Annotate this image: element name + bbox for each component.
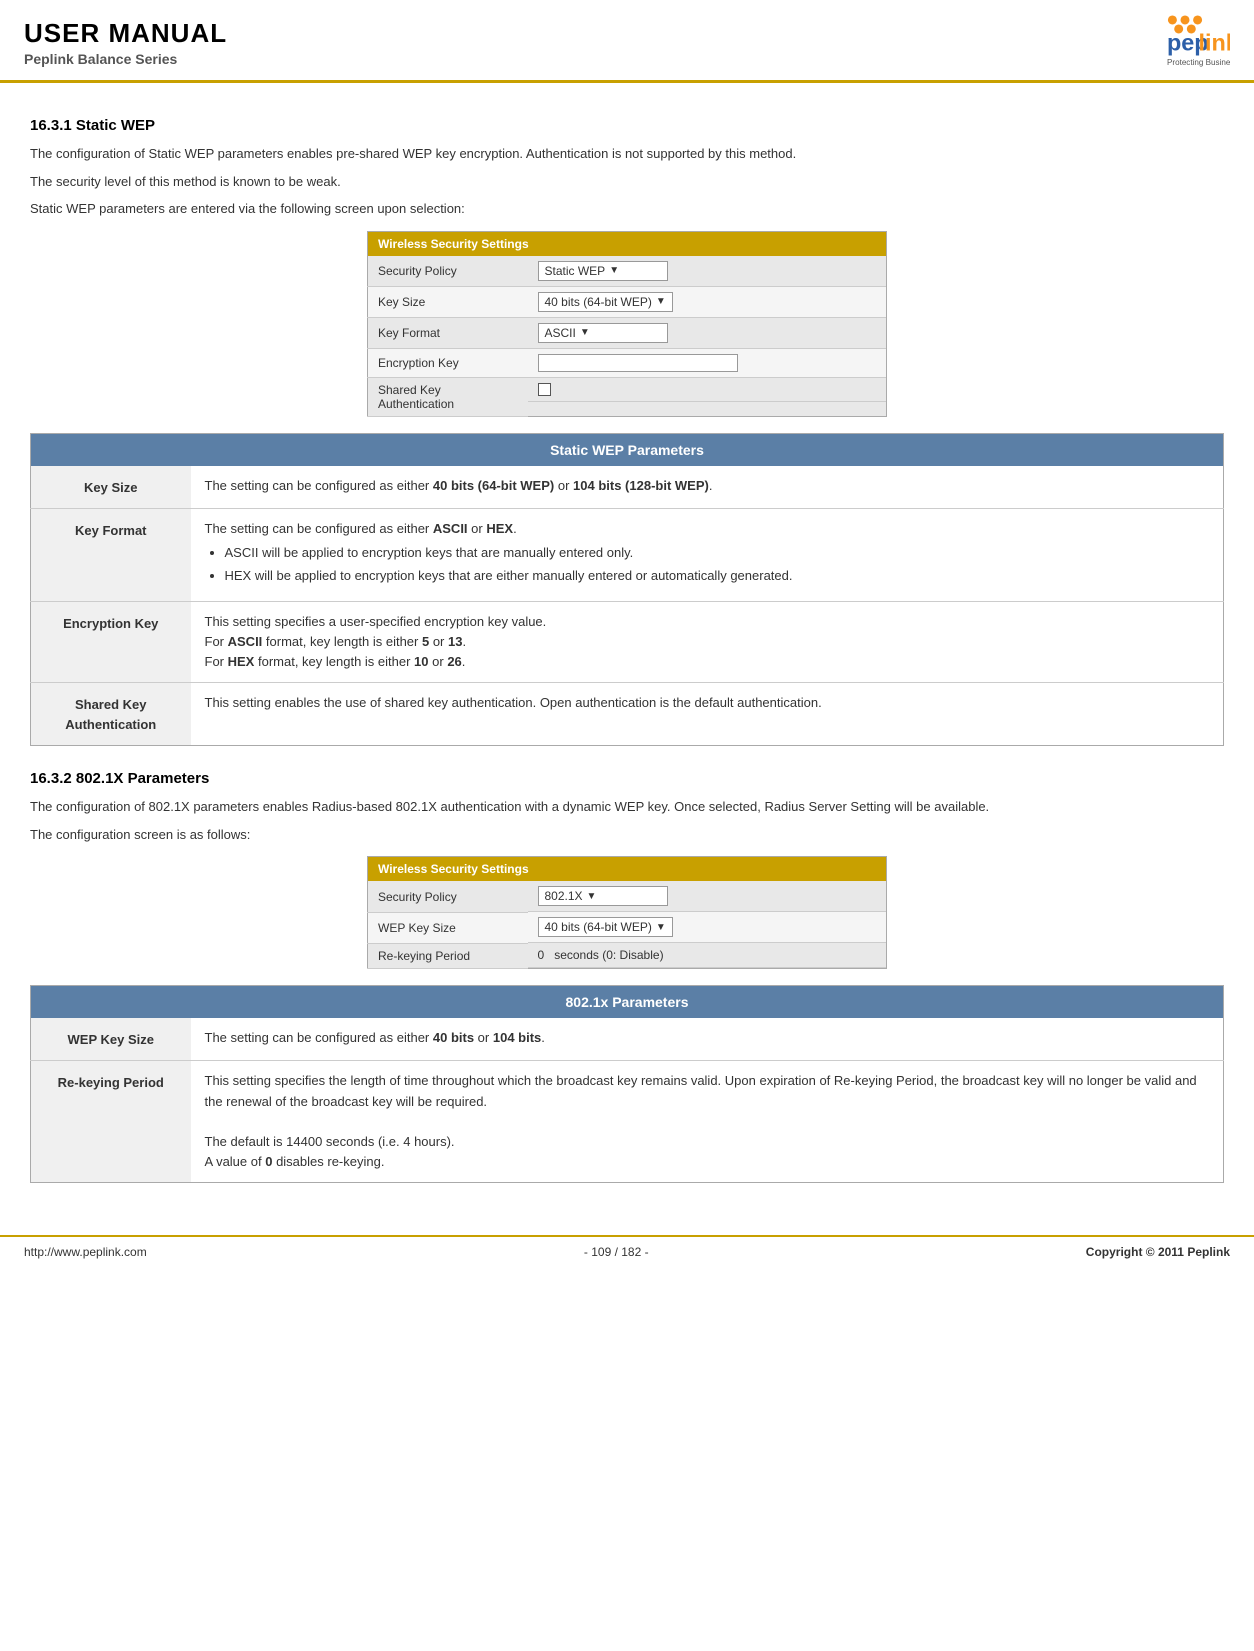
params2-label-rekeying-period: Re-keying Period	[31, 1061, 191, 1183]
security-policy-value-2: 802.1X	[545, 889, 583, 903]
dropdown-arrow-4: ▼	[587, 891, 597, 902]
params1-content-encryption-key: This setting specifies a user-specified …	[191, 601, 1224, 682]
params2-heading: 802.1x Parameters	[31, 986, 1224, 1019]
wss2-row-wep-key-size: WEP Key Size 40 bits (64-bit WEP) ▼	[368, 912, 887, 943]
params1-row-shared-key: Shared KeyAuthentication This setting en…	[31, 682, 1224, 745]
rekeying-period-value: 0	[538, 948, 545, 962]
wss1-row-key-format: Key Format ASCII ▼	[368, 318, 887, 349]
params2-row-wep-key-size: WEP Key Size The setting can be configur…	[31, 1018, 1224, 1061]
params2-content-rekeying-period: This setting specifies the length of tim…	[191, 1061, 1224, 1183]
key-size-value: 40 bits (64-bit WEP)	[545, 295, 652, 309]
params1-label-encryption-key: Encryption Key	[31, 601, 191, 682]
header-text: USER MANUAL Peplink Balance Series	[24, 18, 227, 67]
wss1-row-key-size: Key Size 40 bits (64-bit WEP) ▼	[368, 287, 887, 318]
peplink-logo: pep link Protecting Business Continuity	[1050, 12, 1230, 72]
wss1-label-security-policy: Security Policy	[368, 256, 528, 287]
section1-para1: The configuration of Static WEP paramete…	[30, 144, 1224, 164]
wss2-row-security-policy: Security Policy 802.1X ▼	[368, 881, 887, 912]
doc-subtitle: Peplink Balance Series	[24, 51, 227, 67]
params2-row-rekeying-period: Re-keying Period This setting specifies …	[31, 1061, 1224, 1183]
dropdown-arrow-2: ▼	[656, 296, 666, 307]
main-content: 16.3.1 Static WEP The configuration of S…	[0, 83, 1254, 1225]
wss2-row-rekeying-period: Re-keying Period 0 seconds (0: Disable)	[368, 943, 887, 969]
page-header: USER MANUAL Peplink Balance Series pep l…	[0, 0, 1254, 83]
section-heading-1: 16.3.1 Static WEP	[30, 117, 1224, 134]
security-policy-dropdown-2[interactable]: 802.1X ▼	[538, 886, 668, 906]
section2-para1: The configuration of 802.1X parameters e…	[30, 797, 1224, 817]
encryption-key-input[interactable]	[538, 354, 738, 372]
params-table-1: Static WEP Parameters Key Size The setti…	[30, 433, 1224, 746]
params1-content-key-size: The setting can be configured as either …	[191, 466, 1224, 509]
section-8021x: 16.3.2 802.1X Parameters The configurati…	[30, 770, 1224, 1183]
wss1-label-encryption-key: Encryption Key	[368, 349, 528, 378]
dropdown-arrow-3: ▼	[580, 327, 590, 338]
footer-url: http://www.peplink.com	[24, 1245, 147, 1259]
wss1-label-key-size: Key Size	[368, 287, 528, 318]
wss-table-1: Wireless Security Settings Security Poli…	[367, 231, 887, 418]
section2-para2: The configuration screen is as follows:	[30, 825, 1224, 845]
section-static-wep: 16.3.1 Static WEP The configuration of S…	[30, 117, 1224, 746]
key-format-value: ASCII	[545, 326, 576, 340]
wss1-label-key-format: Key Format	[368, 318, 528, 349]
key-size-dropdown[interactable]: 40 bits (64-bit WEP) ▼	[538, 292, 673, 312]
wss-table-2: Wireless Security Settings Security Poli…	[367, 856, 887, 969]
section1-para3: Static WEP parameters are entered via th…	[30, 199, 1224, 219]
wss2-label-rekeying-period: Re-keying Period	[368, 943, 528, 969]
svg-text:Protecting Business Continuity: Protecting Business Continuity	[1167, 58, 1230, 67]
params1-heading: Static WEP Parameters	[31, 434, 1224, 467]
params1-content-key-format: The setting can be configured as either …	[191, 509, 1224, 601]
params1-label-key-format: Key Format	[31, 509, 191, 601]
section-heading-2: 16.3.2 802.1X Parameters	[30, 770, 1224, 787]
wss1-title: Wireless Security Settings	[368, 231, 887, 256]
wep-key-size-dropdown[interactable]: 40 bits (64-bit WEP) ▼	[538, 917, 673, 937]
wss2-title: Wireless Security Settings	[368, 857, 887, 882]
section1-para2: The security level of this method is kno…	[30, 172, 1224, 192]
params1-label-key-size: Key Size	[31, 466, 191, 509]
security-policy-dropdown[interactable]: Static WEP ▼	[538, 261, 668, 281]
wss1-label-shared-key: Shared Key Authentication	[368, 378, 528, 417]
params2-content-wep-key-size: The setting can be configured as either …	[191, 1018, 1224, 1061]
params2-label-wep-key-size: WEP Key Size	[31, 1018, 191, 1061]
svg-text:link: link	[1199, 30, 1231, 56]
dropdown-arrow: ▼	[609, 265, 619, 276]
params1-content-shared-key: This setting enables the use of shared k…	[191, 682, 1224, 745]
params1-row-key-format: Key Format The setting can be configured…	[31, 509, 1224, 601]
footer-page: - 109 / 182 -	[584, 1245, 649, 1259]
params1-row-encryption-key: Encryption Key This setting specifies a …	[31, 601, 1224, 682]
list-item: ASCII will be applied to encryption keys…	[225, 543, 1210, 563]
list-item: HEX will be applied to encryption keys t…	[225, 566, 1210, 586]
rekeying-period-unit: seconds (0: Disable)	[554, 948, 663, 962]
wss2-label-wep-key-size: WEP Key Size	[368, 912, 528, 943]
footer-copyright: Copyright © 2011 Peplink	[1086, 1245, 1230, 1259]
shared-key-checkbox[interactable]	[538, 383, 551, 396]
wss1-row-encryption-key: Encryption Key	[368, 349, 887, 378]
doc-title: USER MANUAL	[24, 18, 227, 49]
wss2-label-security-policy: Security Policy	[368, 881, 528, 912]
security-policy-value: Static WEP	[545, 264, 606, 278]
params1-label-shared-key: Shared KeyAuthentication	[31, 682, 191, 745]
logo: pep link Protecting Business Continuity	[1050, 12, 1230, 72]
wep-key-size-value: 40 bits (64-bit WEP)	[545, 920, 652, 934]
wss1-row-shared-key: Shared Key Authentication	[368, 378, 887, 417]
params-table-2: 802.1x Parameters WEP Key Size The setti…	[30, 985, 1224, 1183]
wss1-row-security-policy: Security Policy Static WEP ▼	[368, 256, 887, 287]
params1-row-key-size: Key Size The setting can be configured a…	[31, 466, 1224, 509]
key-format-dropdown[interactable]: ASCII ▼	[538, 323, 668, 343]
page-footer: http://www.peplink.com - 109 / 182 - Cop…	[0, 1235, 1254, 1267]
dropdown-arrow-5: ▼	[656, 922, 666, 933]
